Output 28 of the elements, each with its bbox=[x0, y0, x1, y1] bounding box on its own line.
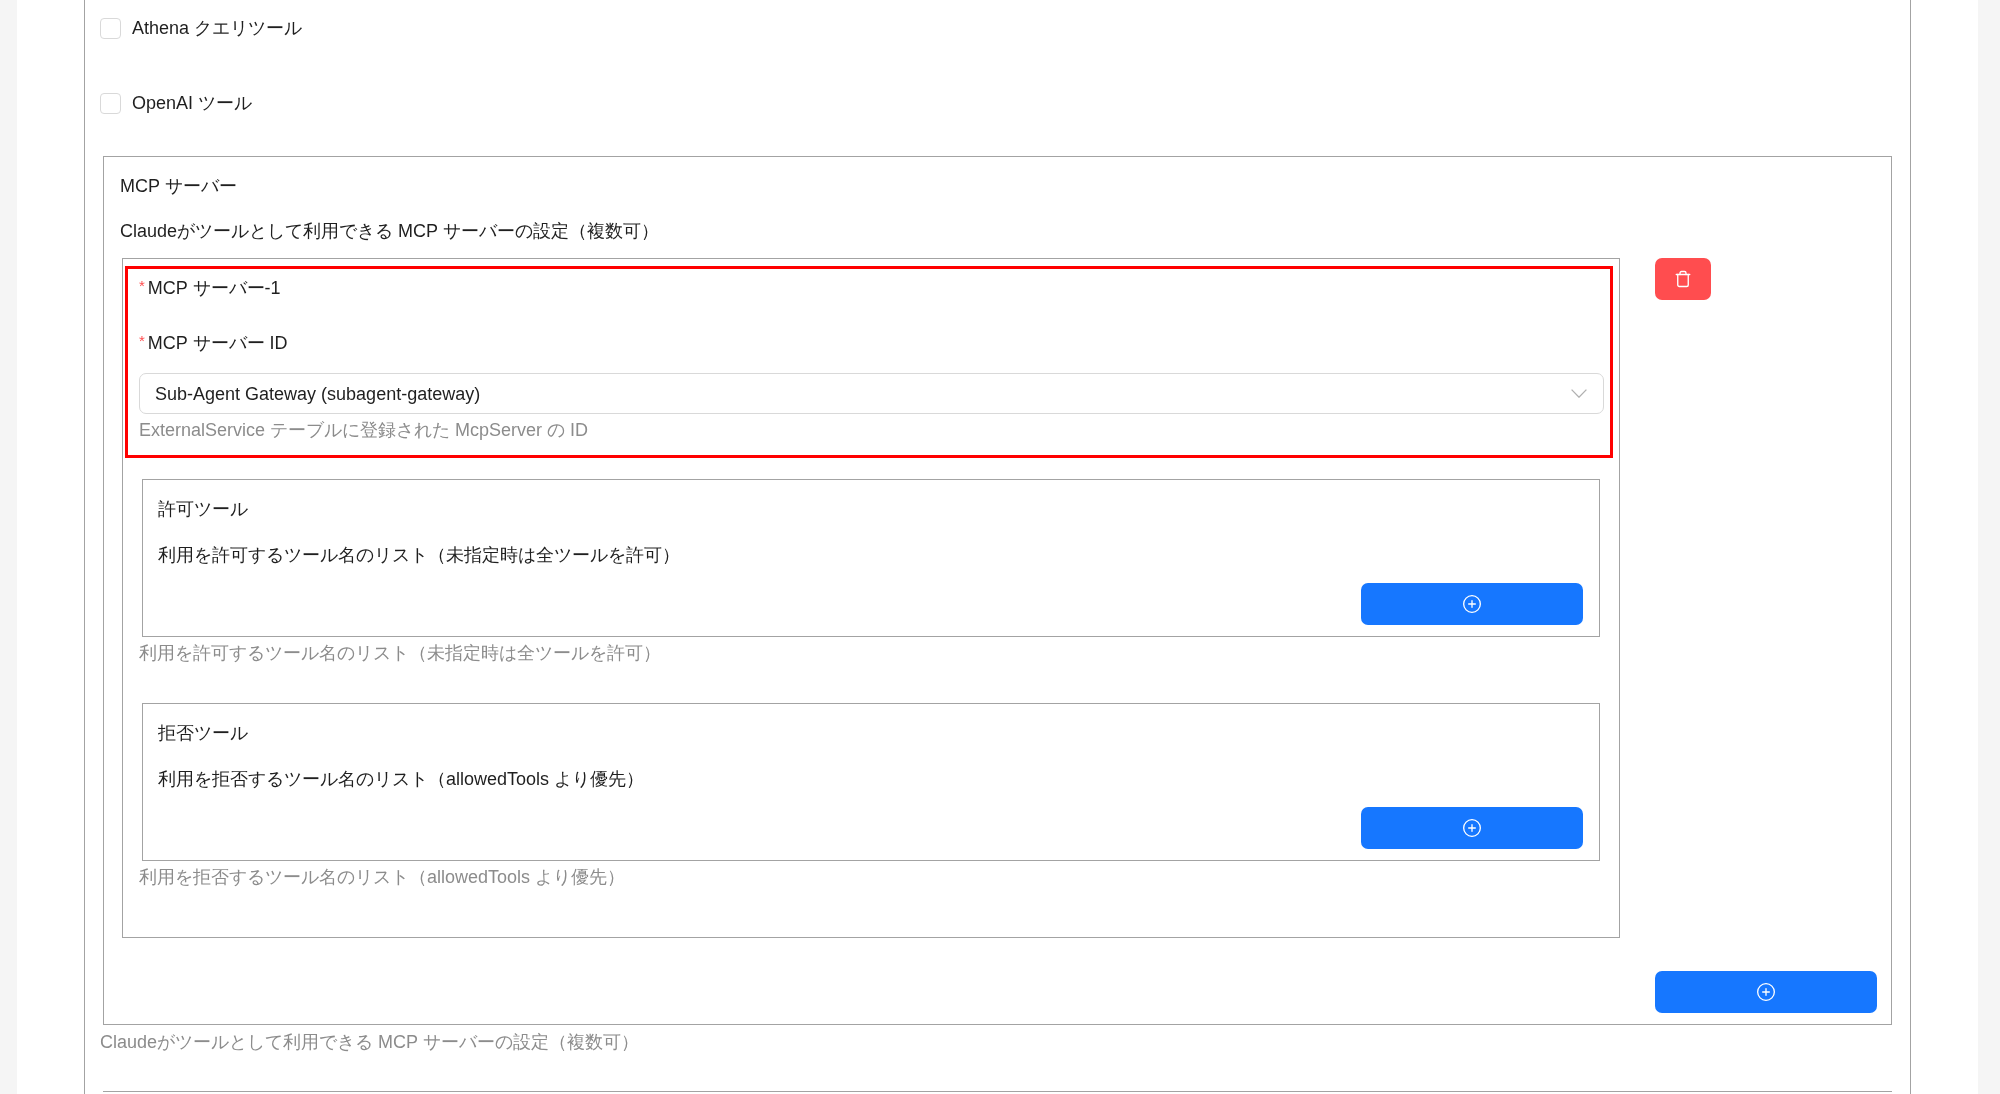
checkbox[interactable] bbox=[100, 17, 121, 39]
server-select[interactable]: Sub-Agent Gateway (subagent-gateway) bbox=[139, 373, 1604, 414]
plus-circle-icon bbox=[1462, 594, 1482, 614]
delete-button[interactable] bbox=[1655, 258, 1711, 300]
checkbox[interactable] bbox=[100, 92, 121, 114]
field-label: MCP サーバー ID bbox=[147, 332, 288, 355]
list-title: 許可ツール bbox=[158, 498, 248, 521]
list-title: 拒否ツール bbox=[158, 722, 248, 745]
help-text: Claudeがツールとして利用できる MCP サーバーの設定（複数可） bbox=[100, 1031, 639, 1053]
field-label: MCP サーバー-1 bbox=[147, 277, 281, 300]
plus-circle-icon bbox=[1462, 818, 1482, 838]
help-text: 利用を許可するツール名のリスト（未指定時は全ツールを許可） bbox=[139, 642, 661, 664]
chevron-down-icon bbox=[1571, 389, 1587, 398]
required-mark: * bbox=[139, 331, 145, 351]
trash-icon bbox=[1674, 270, 1692, 288]
add-button[interactable] bbox=[1655, 971, 1877, 1013]
help-text: 利用を拒否するツール名のリスト（allowedTools より優先） bbox=[139, 866, 626, 888]
list-description: 利用を拒否するツール名のリスト（allowedTools より優先） bbox=[158, 768, 645, 791]
section-description: Claudeがツールとして利用できる MCP サーバーの設定（複数可） bbox=[120, 220, 659, 243]
help-text: ExternalService テーブルに登録された McpServer の ID bbox=[139, 419, 589, 441]
list-description: 利用を許可するツール名のリスト（未指定時は全ツールを許可） bbox=[158, 544, 680, 567]
add-button[interactable] bbox=[1361, 807, 1583, 849]
checkbox-label: OpenAI ツール bbox=[132, 92, 253, 115]
add-button[interactable] bbox=[1361, 583, 1583, 625]
required-mark: * bbox=[139, 276, 145, 296]
plus-circle-icon bbox=[1756, 982, 1776, 1002]
checkbox-label: Athena クエリツール bbox=[132, 17, 303, 40]
section-title: MCP サーバー bbox=[120, 175, 237, 198]
